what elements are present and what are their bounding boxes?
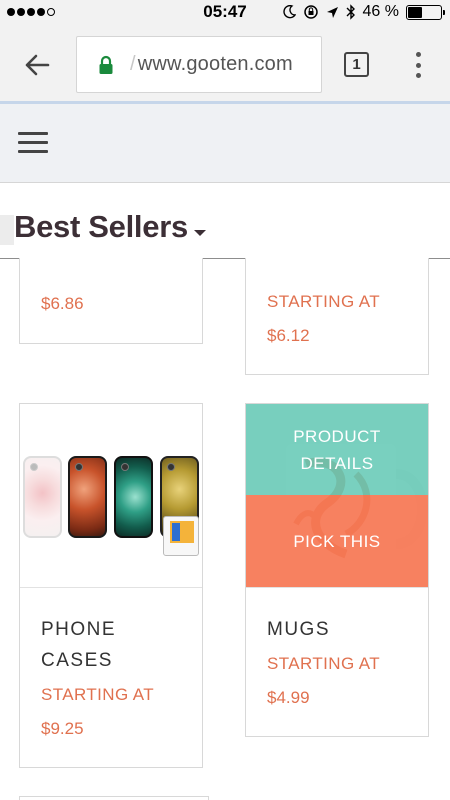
back-button[interactable] bbox=[20, 48, 54, 82]
card-wallet-insert bbox=[163, 516, 199, 556]
pick-this-button[interactable]: PICK THIS bbox=[246, 495, 428, 587]
starting-at-label: STARTING AT bbox=[267, 292, 381, 311]
product-card-partial-right[interactable]: STARTING AT $6.12 bbox=[245, 258, 429, 375]
product-card-next[interactable] bbox=[19, 796, 209, 800]
starting-at-label: STARTING AT bbox=[267, 654, 381, 673]
tab-switcher-button[interactable]: 1 bbox=[344, 52, 369, 77]
product-card-mugs[interactable]: PRODUCT DETAILS PICK THIS MUGS STARTING … bbox=[245, 403, 429, 737]
product-card-phone-cases[interactable]: PHONE CASES STARTING AT $9.25 bbox=[19, 403, 203, 768]
lock-icon bbox=[96, 55, 116, 75]
status-bar: 05:47 46 % bbox=[0, 0, 450, 24]
page-title: Best Sellers bbox=[14, 209, 188, 244]
menu-dot bbox=[415, 52, 421, 57]
menu-dot bbox=[415, 62, 421, 68]
product-card-partial-left[interactable]: $6.86 bbox=[19, 258, 203, 344]
battery-percent: 46 % bbox=[362, 3, 399, 20]
product-price: $6.12 bbox=[267, 326, 310, 345]
product-image-phone-cases[interactable] bbox=[20, 404, 202, 588]
product-price: $9.25 bbox=[41, 719, 84, 738]
product-details-line2: DETAILS bbox=[300, 453, 374, 473]
url-text: www.gooten.com bbox=[130, 53, 293, 76]
product-details-button[interactable]: PRODUCT DETAILS bbox=[246, 404, 428, 495]
moon-icon bbox=[282, 5, 296, 19]
address-bar[interactable]: www.gooten.com bbox=[76, 36, 322, 93]
phone-case-teal bbox=[114, 456, 153, 538]
hamburger-menu-icon[interactable] bbox=[18, 132, 48, 153]
status-right-group: 46 % bbox=[282, 3, 445, 21]
product-name-line2: CASES bbox=[41, 650, 113, 671]
rotation-lock-icon bbox=[303, 5, 318, 19]
phone-case-pink bbox=[23, 456, 62, 538]
product-price: $4.99 bbox=[267, 688, 310, 707]
back-arrow-icon bbox=[25, 54, 50, 76]
battery-fill bbox=[408, 6, 423, 18]
product-image-mugs: PRODUCT DETAILS PICK THIS bbox=[246, 404, 428, 588]
bluetooth-icon bbox=[346, 4, 355, 20]
dropdown-caret-icon[interactable] bbox=[194, 230, 206, 236]
browser-menu-button[interactable] bbox=[410, 52, 426, 78]
location-arrow-icon bbox=[326, 6, 338, 18]
product-name-line1: PHONE bbox=[41, 619, 117, 640]
title-marker bbox=[0, 215, 14, 245]
section-header[interactable]: Best Sellers bbox=[0, 205, 450, 259]
browser-toolbar: www.gooten.com 1 bbox=[0, 24, 450, 104]
product-price: $6.86 bbox=[41, 294, 84, 313]
phone-case-orange bbox=[68, 456, 107, 538]
product-name: MUGS bbox=[267, 619, 330, 640]
product-details-line1: PRODUCT bbox=[293, 426, 381, 446]
site-header bbox=[0, 104, 450, 183]
battery-icon bbox=[406, 4, 445, 20]
starting-at-label: STARTING AT bbox=[41, 685, 155, 704]
pick-this-label: PICK THIS bbox=[293, 532, 381, 551]
menu-dot bbox=[415, 73, 421, 78]
